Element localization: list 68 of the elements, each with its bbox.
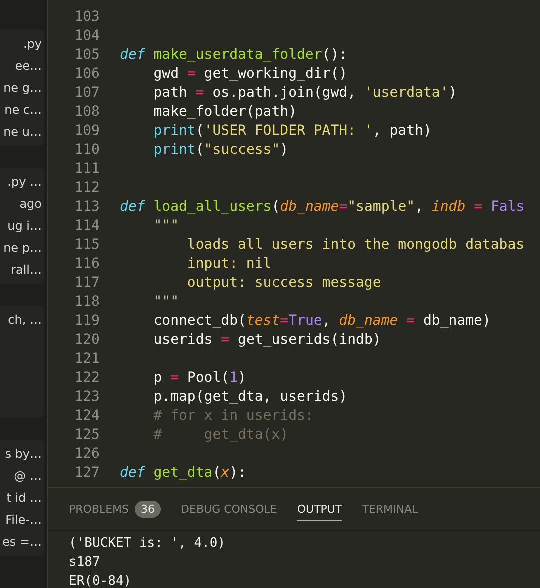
list-item[interactable]: ug i…	[8, 218, 42, 234]
line-number: 111	[74, 160, 100, 179]
panel-tab[interactable]: DEBUG CONSOLE	[181, 499, 278, 521]
list-item[interactable]: .py …	[8, 174, 42, 190]
panel-tab[interactable]: TERMINAL	[362, 499, 418, 521]
code-line: make_folder(path)	[152, 103, 298, 122]
line-number: 127	[74, 464, 100, 483]
line-number: 124	[74, 407, 100, 426]
list-item[interactable]: t id …	[6, 490, 42, 506]
line-number: 126	[74, 445, 100, 464]
list-item[interactable]: ch, …	[8, 312, 42, 328]
code-line: input: nil	[186, 255, 272, 274]
line-number: 110	[74, 141, 100, 160]
line-number: 107	[74, 84, 100, 103]
code-line: def get_dta(x):	[120, 464, 246, 483]
code-line: p.map(get_dta, userids)	[152, 388, 348, 407]
list-item[interactable]: ago	[20, 196, 42, 212]
code-line: # for x in userids:	[152, 407, 314, 426]
code-line: # get_dta(x)	[152, 426, 289, 445]
list-item[interactable]: ne c…	[4, 102, 42, 118]
code-line: def make_userdata_folder():	[120, 46, 348, 65]
list-item[interactable]: ne g…	[4, 80, 42, 96]
line-number: 112	[74, 179, 100, 198]
line-number: 105	[74, 46, 100, 65]
code-line: connect_db(test=True, db_name = db_name)	[152, 312, 491, 331]
line-number: 118	[74, 293, 100, 312]
line-number: 106	[74, 65, 100, 84]
list-item[interactable]: File-…	[6, 512, 42, 528]
list-item[interactable]: ne u…	[4, 124, 42, 140]
panel-tab[interactable]: OUTPUT	[297, 499, 342, 521]
code-line: output: success message	[186, 274, 382, 293]
line-number: 109	[74, 122, 100, 141]
line-number: 114	[74, 217, 100, 236]
line-number: 108	[74, 103, 100, 122]
list-item[interactable]: ee…	[15, 58, 42, 74]
line-number: 104	[74, 27, 100, 46]
list-item[interactable]: es =…	[2, 534, 42, 550]
line-number: 125	[74, 426, 100, 445]
list-item[interactable]: ne p…	[4, 240, 42, 256]
count-badge: 36	[135, 501, 162, 518]
panel-tab[interactable]: PROBLEMS 36	[69, 497, 162, 523]
code-line: def load_all_users(db_name="sample", indb = Fals	[120, 198, 525, 217]
output-line: s187	[69, 554, 102, 572]
list-item[interactable]: .py	[23, 36, 42, 52]
line-number: 121	[74, 350, 100, 369]
line-number: 115	[74, 236, 100, 255]
line-number: 103	[74, 8, 100, 27]
line-number: 123	[74, 388, 100, 407]
code-line: print('USER FOLDER PATH: ', path)	[152, 122, 432, 141]
code-line: loads all users into the mongodb databas	[186, 236, 525, 255]
list-item[interactable]: s by…	[5, 446, 42, 462]
output-line: ER(0-84)	[69, 573, 133, 588]
line-number: 117	[74, 274, 100, 293]
list-item[interactable]: rall…	[11, 262, 42, 278]
code-line: path = os.path.join(gwd, 'userdata')	[152, 84, 458, 103]
list-item[interactable]: @ …	[14, 468, 42, 484]
line-number: 120	[74, 331, 100, 350]
code-line: """	[152, 293, 180, 312]
code-line: p = Pool(1)	[152, 369, 246, 388]
line-number: 119	[74, 312, 100, 331]
line-number: 116	[74, 255, 100, 274]
code-line: gwd = get_working_dir()	[152, 65, 348, 84]
code-line: userids = get_userids(indb)	[152, 331, 382, 350]
line-number: 113	[74, 198, 100, 217]
code-line: """	[152, 217, 180, 236]
output-line: ('BUCKET is: ', 4.0)	[69, 535, 227, 553]
line-number: 122	[74, 369, 100, 388]
code-line: print("success")	[152, 141, 289, 160]
